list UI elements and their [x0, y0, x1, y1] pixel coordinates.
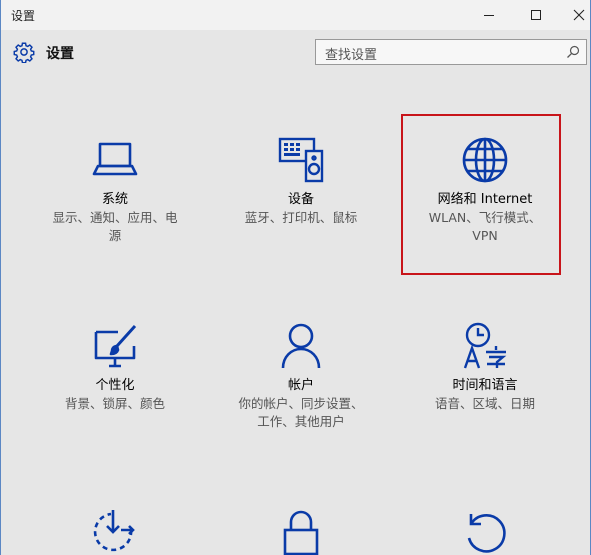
- search-placeholder: 查找设置: [325, 48, 378, 63]
- tile-description: WLAN、飞行模式、 VPN: [428, 210, 542, 243]
- tile-time-language[interactable]: 时间和语言 语音、区域、日期: [405, 322, 565, 413]
- minimize-icon: [484, 15, 494, 16]
- tile-description: 显示、通知、应用、电 源: [52, 210, 178, 243]
- close-button[interactable]: [557, 0, 591, 30]
- tile-description: 你的帐户、同步设置、 工作、其他用户: [238, 396, 364, 429]
- tile-title: 帐户: [287, 378, 314, 393]
- tile-devices[interactable]: 设备 蓝牙、打印机、鼠标: [221, 136, 381, 227]
- tile-title: 时间和语言: [452, 378, 518, 393]
- gear-icon: [13, 42, 35, 63]
- devices-icon: [278, 137, 324, 183]
- tile-title: 网络和 Internet: [437, 192, 533, 207]
- tile-title: 设备: [287, 192, 314, 207]
- ease-of-access-icon: [93, 510, 135, 552]
- tile-personalization[interactable]: 个性化 背景、锁屏、颜色: [35, 322, 195, 413]
- tile-title: 个性化: [95, 378, 135, 393]
- personalization-icon: [94, 324, 137, 368]
- tile-accounts[interactable]: 帐户 你的帐户、同步设置、 工作、其他用户: [221, 322, 381, 431]
- tile-ease-of-access[interactable]: [35, 508, 195, 555]
- search-input[interactable]: 查找设置: [315, 39, 587, 65]
- tile-description: 背景、锁屏、颜色: [64, 396, 165, 411]
- tile-privacy[interactable]: [221, 508, 381, 555]
- time-language-icon: [463, 322, 507, 369]
- tile-title: 系统: [101, 192, 128, 207]
- window-title: 设置: [11, 9, 36, 23]
- minimize-button[interactable]: [467, 0, 511, 30]
- laptop-icon: [92, 142, 138, 176]
- lock-icon: [283, 510, 319, 555]
- update-icon: [467, 514, 506, 553]
- tile-system[interactable]: 系统 显示、通知、应用、电 源: [35, 136, 195, 245]
- maximize-icon: [531, 10, 541, 20]
- maximize-button[interactable]: [514, 0, 558, 30]
- title-bar[interactable]: 设置: [1, 0, 590, 30]
- close-icon: [573, 9, 585, 21]
- tile-update-security[interactable]: [405, 508, 565, 555]
- page-title: 设置: [46, 46, 74, 62]
- settings-window: 设置 设置 查找设置 系统 显示、通知、应用、电 源 设备 蓝牙、打印机、鼠标 …: [0, 0, 591, 555]
- tile-network-internet[interactable]: 网络和 Internet WLAN、飞行模式、 VPN: [405, 136, 565, 245]
- tile-description: 语音、区域、日期: [434, 396, 535, 411]
- person-icon: [281, 323, 321, 369]
- search-icon[interactable]: [566, 45, 580, 59]
- globe-icon: [462, 137, 508, 183]
- tile-description: 蓝牙、打印机、鼠标: [244, 210, 358, 225]
